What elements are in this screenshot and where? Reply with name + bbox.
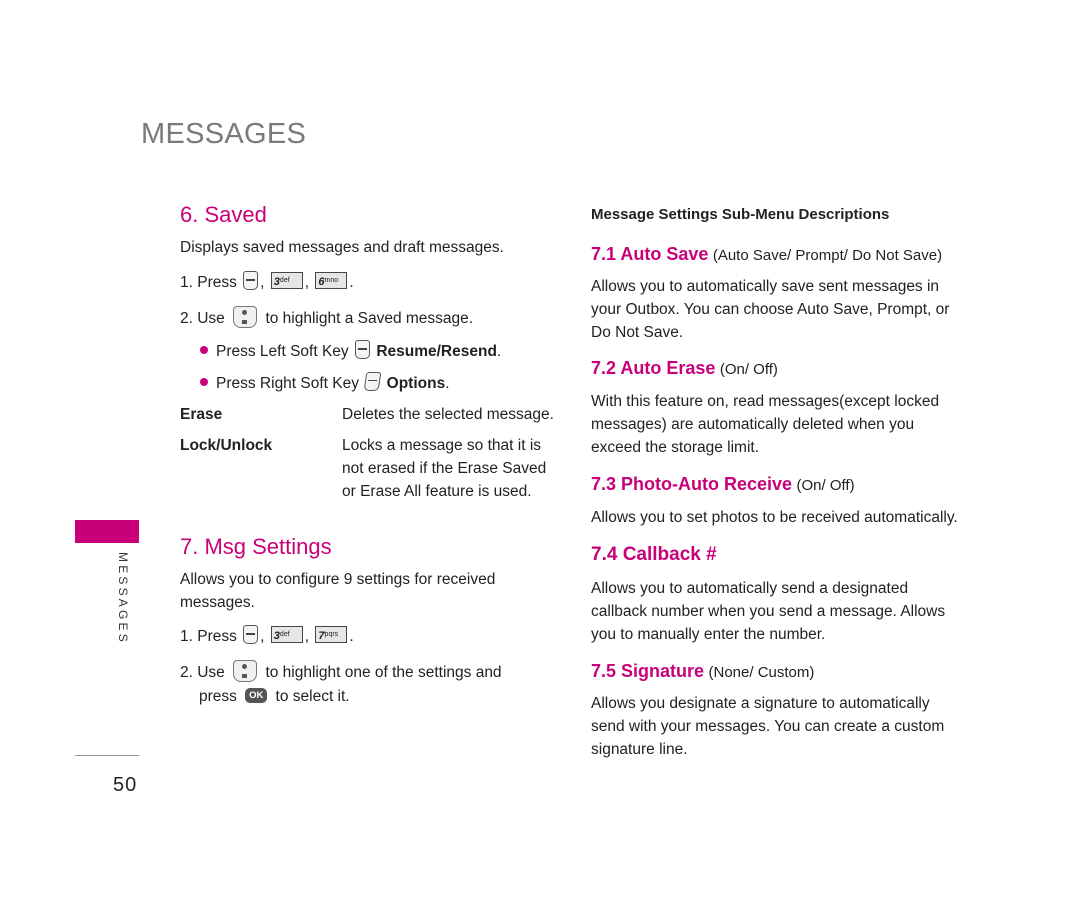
key-3-icon: 3def [270,272,303,290]
saved-description: Displays saved messages and draft messag… [180,239,504,256]
key-6-icon: 6mno [315,272,348,290]
navigation-key-icon [233,305,258,328]
left-soft-key-icon [243,625,259,645]
submenu-heading: Message Settings Sub-Menu Descriptions [591,206,890,223]
item-text: Allows you to automatically save sent me… [591,278,950,341]
msg-settings-step-1: 1. Press , 3def, 7pqrs. [180,625,354,648]
section-title-saved: 6. Saved [180,202,267,227]
left-soft-key-icon [243,271,259,291]
item-text: Allows you to set photos to be received … [591,509,958,526]
option-desc-erase: Deletes the selected message. [342,406,554,423]
saved-step-2: 2. Use to highlight a Saved message. [180,305,474,330]
key-7-icon: 7pqrs [315,626,348,644]
bullet-icon [200,345,208,354]
ok-key-icon: OK [245,688,268,704]
step-text: 2. Use [180,664,225,681]
side-tab-marker [75,520,139,543]
item-text: Allows you designate a signature to auto… [591,695,945,758]
left-soft-key-icon [355,340,370,360]
step-text: 1. Press [180,274,237,291]
item-heading: 7.2 Auto Erase (On/ Off) [591,358,778,378]
action-label: Resume/Resend [376,343,497,360]
saved-step-1: 1. Press , 3def, 6mno. [180,271,354,294]
option-desc-lock: Locks a message so that it is not erased… [342,437,547,500]
item-heading: 7.5 Signature (None/ Custom) [591,661,815,681]
action-label: Options [386,375,446,392]
item-heading: 7.4 Callback # [591,544,717,565]
step-text: to highlight a Saved message. [265,310,474,327]
msg-settings-description: Allows you to configure 9 settings for r… [180,571,496,611]
page-number: 50 [113,774,138,796]
right-soft-key-icon [363,372,382,392]
bullet-icon [200,377,208,386]
step-text: press [199,688,237,705]
section-title-msg-settings: 7. Msg Settings [180,534,332,559]
item-text: With this feature on, read messages(exce… [591,393,940,456]
option-term-erase: Erase [180,406,223,423]
bullet-item: Press Left Soft Key Resume/Resend. [200,340,501,363]
item-heading: 7.3 Photo-Auto Receive (On/ Off) [591,474,855,494]
bullet-item: Press Right Soft Key Options. [200,372,450,395]
step-text: 2. Use [180,310,225,327]
divider [75,755,139,756]
msg-settings-step-2: 2. Use to highlight one of the settings … [180,659,502,684]
msg-settings-step-2-cont: press OK to select it. [199,685,350,708]
item-text: Allows you to automatically send a desig… [591,580,946,643]
step-text: to highlight one of the settings and [265,664,502,681]
step-text: 1. Press [180,628,237,645]
item-heading: 7.1 Auto Save (Auto Save/ Prompt/ Do Not… [591,244,943,264]
option-term-lock: Lock/Unlock [180,437,273,454]
navigation-key-icon [233,659,258,682]
step-text: to select it. [275,688,350,705]
page-header: MESSAGES [141,118,307,150]
key-3-icon: 3def [270,626,303,644]
side-tab-label: MESSAGES [116,552,130,645]
